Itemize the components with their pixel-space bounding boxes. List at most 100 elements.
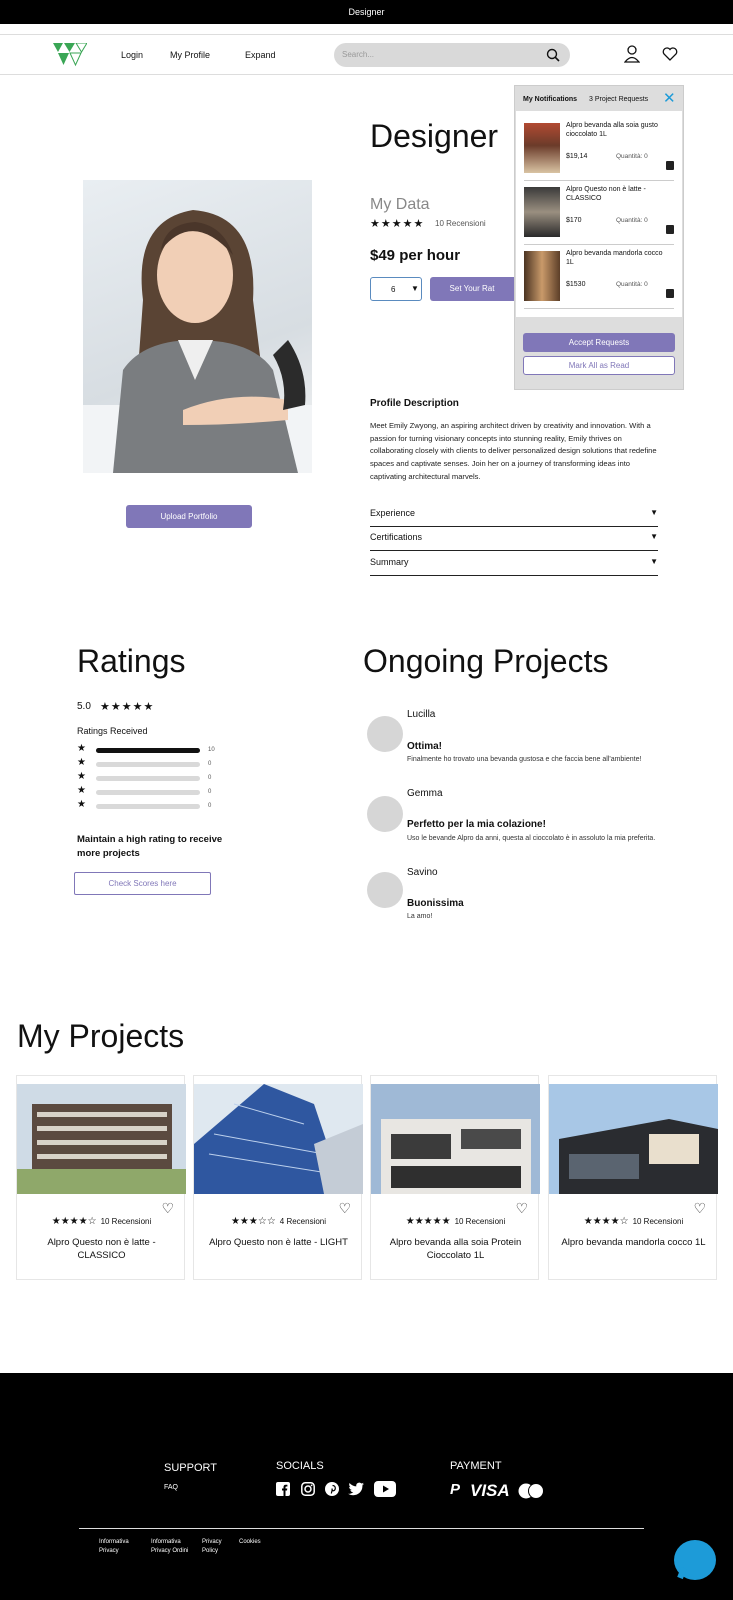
- trash-icon[interactable]: [666, 289, 674, 298]
- footer-link[interactable]: Privacy Policy: [202, 1538, 232, 1556]
- nav-login-link[interactable]: Login: [121, 50, 143, 60]
- rating-bar: [96, 790, 200, 795]
- project-reviews: 10 Recensioni: [100, 1217, 152, 1226]
- notification-item[interactable]: Alpro Questo non è latte - CLASSICO $170…: [524, 185, 674, 245]
- project-stars: ★★★☆☆: [230, 1216, 276, 1227]
- heart-icon[interactable]: [662, 47, 678, 61]
- quantity-select[interactable]: 6 ▼: [370, 277, 422, 301]
- review-title: Ottima!: [407, 741, 442, 752]
- project-card[interactable]: ♡ ★★★★☆ 10 Recensioni Alpro Questo non è …: [16, 1075, 186, 1280]
- search-icon[interactable]: [546, 48, 560, 62]
- footer-link[interactable]: Cookies: [239, 1538, 261, 1547]
- trash-icon[interactable]: [666, 225, 674, 234]
- hourly-price: $49 per hour: [370, 247, 461, 264]
- favorite-heart-icon[interactable]: ♡: [338, 1200, 351, 1217]
- pinterest-icon[interactable]: [325, 1482, 339, 1496]
- reviewer-name: Lucilla: [407, 709, 436, 720]
- mastercard-icon: [518, 1483, 544, 1499]
- profile-description-title: Profile Description: [370, 398, 459, 409]
- mark-all-read-button[interactable]: Mark All as Read: [523, 356, 675, 375]
- accordion-summary[interactable]: Summary ▼: [370, 552, 658, 576]
- ratings-stars: ★★★★★: [100, 701, 155, 713]
- notification-item[interactable]: Alpro bevanda alla soia gusto cioccolato…: [524, 121, 674, 181]
- notification-item[interactable]: Alpro bevanda mandorla cocco 1L $1530 Qu…: [524, 249, 674, 309]
- notification-price: $170: [566, 217, 582, 224]
- accordion-experience[interactable]: Experience ▼: [370, 503, 658, 527]
- chevron-down-icon: ▼: [650, 557, 658, 566]
- notifications-panel: My Notifications 3 Project Requests ✕ Al…: [514, 85, 684, 390]
- project-card[interactable]: ♡ ★★★★☆ 10 Recensioni Alpro bevanda mando…: [548, 1075, 718, 1280]
- star-icon: ★: [77, 743, 86, 754]
- notifications-list: Alpro bevanda alla soia gusto cioccolato…: [516, 111, 682, 317]
- notification-thumbnail: [524, 187, 560, 237]
- youtube-icon[interactable]: [374, 1481, 396, 1497]
- notification-title: Alpro bevanda mandorla cocco 1L: [566, 250, 663, 266]
- nav-expand-link[interactable]: Expand: [245, 50, 276, 60]
- rating-bar: [96, 748, 200, 753]
- chat-bubble-icon[interactable]: [674, 1540, 716, 1580]
- close-icon[interactable]: ✕: [663, 89, 676, 107]
- reviewer-name: Gemma: [407, 788, 443, 799]
- notifications-count: 3 Project Requests: [589, 96, 649, 103]
- avatar: [367, 716, 403, 752]
- footer-faq-link[interactable]: FAQ: [164, 1483, 178, 1492]
- star-icon: ★: [77, 771, 86, 782]
- reviewer-name: Savino: [407, 867, 438, 878]
- my-projects-title: My Projects: [17, 1018, 185, 1054]
- avatar: [367, 872, 403, 908]
- accordion-certifications[interactable]: Certifications ▼: [370, 527, 658, 551]
- avatar: [367, 796, 403, 832]
- footer-link[interactable]: Informativa Privacy: [99, 1538, 139, 1556]
- rating-bar: [96, 804, 200, 809]
- chevron-down-icon: ▼: [650, 532, 658, 541]
- user-icon[interactable]: [624, 45, 640, 63]
- ongoing-projects-title: Ongoing Projects: [363, 643, 609, 679]
- review-text: Uso le bevande Alpro da anni, questa al …: [407, 835, 656, 842]
- favorite-heart-icon[interactable]: ♡: [515, 1200, 528, 1217]
- project-stars: ★★★★☆: [51, 1216, 97, 1227]
- rating-bar-fill: [96, 748, 200, 753]
- ratings-received-label: Ratings Received: [77, 726, 148, 736]
- notification-title: Alpro bevanda alla soia gusto cioccolato…: [566, 122, 658, 138]
- rating-count: 0: [208, 761, 212, 767]
- nav-my-profile-link[interactable]: My Profile: [170, 50, 210, 60]
- ratings-score: 5.0: [77, 701, 91, 712]
- project-card[interactable]: ♡ ★★★★★ 10 Recensioni Alpro bevanda alla …: [370, 1075, 540, 1280]
- accept-requests-button[interactable]: Accept Requests: [523, 333, 675, 352]
- profile-photo: [83, 180, 312, 473]
- ratings-cta-text: Maintain a high rating to receive more p…: [77, 834, 223, 859]
- twitter-icon[interactable]: [348, 1482, 364, 1496]
- footer-divider: [79, 1528, 644, 1529]
- set-rate-button[interactable]: Set Your Rat: [430, 277, 514, 301]
- trash-icon[interactable]: [666, 161, 674, 170]
- notification-price: $1530: [566, 281, 586, 288]
- search-placeholder: Search...: [342, 50, 375, 59]
- project-card[interactable]: ♡ ★★★☆☆ 4 Recensioni Alpro Questo non è l…: [193, 1075, 363, 1280]
- chevron-down-icon: ▼: [650, 508, 658, 517]
- profile-reviews: 10 Recensioni: [435, 219, 486, 228]
- chevron-down-icon: ▼: [411, 284, 419, 293]
- rating-count: 0: [208, 803, 212, 809]
- facebook-icon[interactable]: [276, 1482, 290, 1496]
- search-input[interactable]: Search...: [334, 43, 570, 67]
- social-icons: [276, 1480, 396, 1498]
- footer-link[interactable]: Informativa Privacy Ordini: [151, 1538, 191, 1556]
- upload-portfolio-button[interactable]: Upload Portfolio: [126, 505, 252, 528]
- payment-icons: P VISA: [450, 1481, 560, 1501]
- notification-thumbnail: [524, 123, 560, 173]
- quantity-value: 6: [391, 285, 396, 294]
- top-bar-title: Designer: [348, 7, 385, 17]
- project-stars: ★★★★☆: [583, 1216, 629, 1227]
- favorite-heart-icon[interactable]: ♡: [161, 1200, 174, 1217]
- project-stars: ★★★★★: [405, 1216, 451, 1227]
- project-title: Alpro Questo non è latte - LIGHT: [209, 1237, 348, 1248]
- accordion-summary-label: Summary: [370, 557, 409, 567]
- instagram-icon[interactable]: [301, 1482, 315, 1496]
- favorite-heart-icon[interactable]: ♡: [693, 1200, 706, 1217]
- notification-title: Alpro Questo non è latte - CLASSICO: [566, 186, 646, 202]
- project-image: [371, 1084, 540, 1194]
- logo-icon[interactable]: [53, 43, 87, 67]
- check-scores-button[interactable]: Check Scores here: [74, 872, 211, 895]
- project-image: [17, 1084, 186, 1194]
- project-reviews: 10 Recensioni: [454, 1217, 506, 1226]
